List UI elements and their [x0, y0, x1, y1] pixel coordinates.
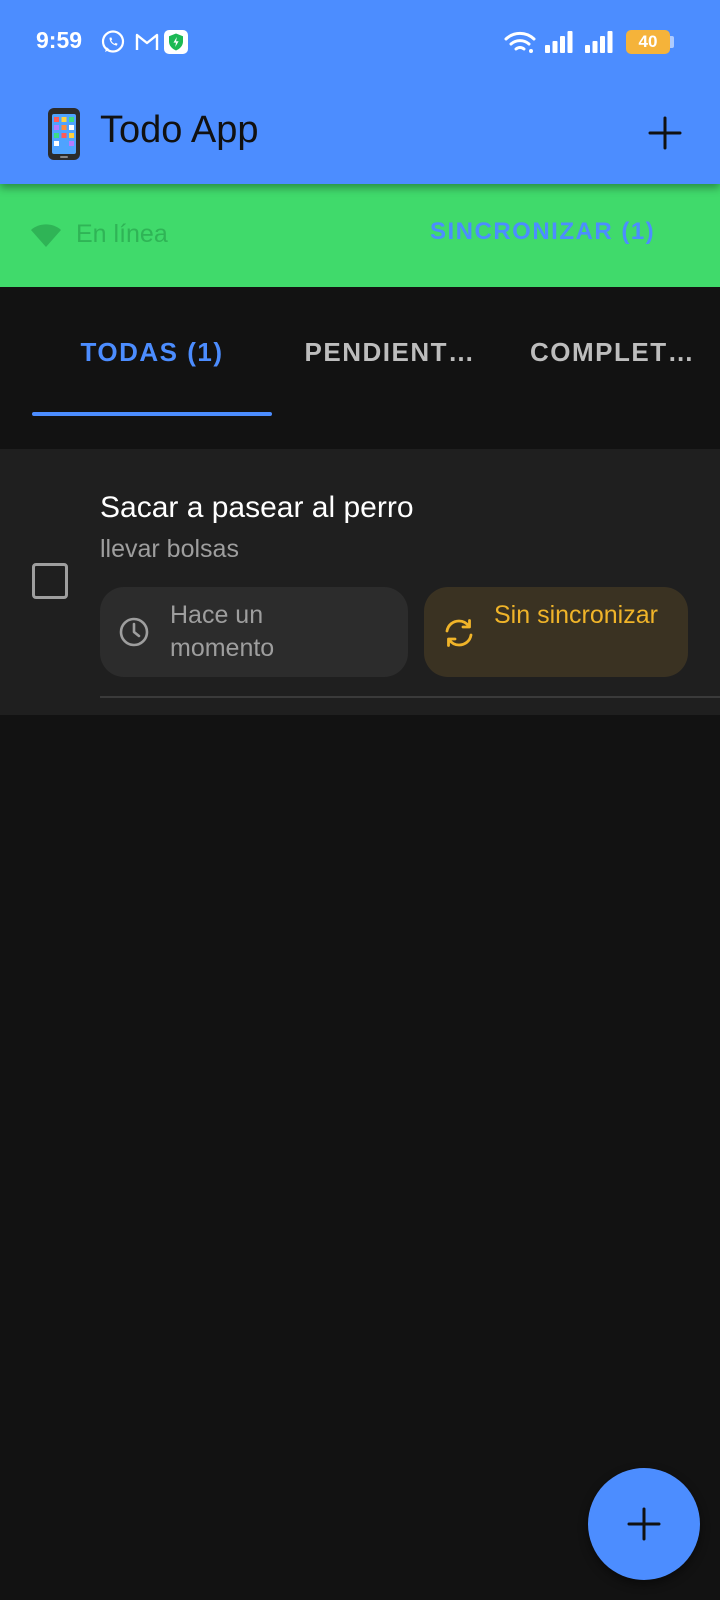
battery-level: 40: [638, 32, 658, 51]
top-bar: 9:59 40 Todo App: [0, 0, 720, 184]
clock-icon: [118, 616, 150, 648]
plus-icon: [627, 1507, 661, 1541]
tab-completed[interactable]: COMPLET…: [530, 287, 720, 417]
task-title: Sacar a pasear al perro: [100, 491, 414, 524]
task-item[interactable]: Sacar a pasear al perro llevar bolsas Ha…: [0, 449, 720, 715]
tab-all[interactable]: TODAS (1): [32, 287, 272, 417]
wifi-icon: [30, 223, 62, 249]
add-task-fab[interactable]: [588, 1468, 700, 1580]
connection-banner: En línea SINCRONIZAR (1): [0, 184, 720, 287]
battery-tip: [670, 36, 674, 48]
gmail-icon: [134, 28, 160, 56]
tab-indicator: [32, 412, 272, 416]
tab-pending[interactable]: PENDIENT…: [280, 287, 500, 417]
app-title: Todo App: [100, 109, 259, 151]
mobile-phone-icon: [44, 106, 84, 162]
time-label: Hace un momento: [170, 601, 275, 662]
signal-icon: [584, 28, 614, 56]
task-checkbox[interactable]: [32, 563, 68, 599]
wifi-icon: [504, 28, 536, 56]
app-bar: Todo App: [0, 84, 720, 184]
status-time: 9:59: [36, 27, 83, 53]
sync-status-chip: Sin sincronizar: [424, 587, 688, 677]
battery-icon: 40: [626, 30, 670, 54]
screen: 9:59 40 Todo App En línea SINCRONIZAR (1…: [0, 0, 720, 1600]
add-todo-button[interactable]: [640, 108, 690, 158]
plus-icon: [648, 116, 682, 150]
time-chip: Hace un momento: [100, 587, 408, 677]
divider: [100, 696, 720, 698]
filter-tabs: TODAS (1) PENDIENT… COMPLET…: [0, 287, 720, 417]
task-description: llevar bolsas: [100, 535, 239, 563]
sync-icon: [442, 616, 474, 648]
signal-icon: [544, 28, 574, 56]
sync-button[interactable]: SINCRONIZAR (1): [430, 218, 655, 246]
whatsapp-icon: [100, 28, 126, 56]
status-bar: 9:59 40: [0, 0, 720, 84]
shield-icon: [164, 28, 190, 56]
connection-status: En línea: [76, 220, 168, 248]
sync-status-label: Sin sincronizar: [494, 601, 658, 629]
